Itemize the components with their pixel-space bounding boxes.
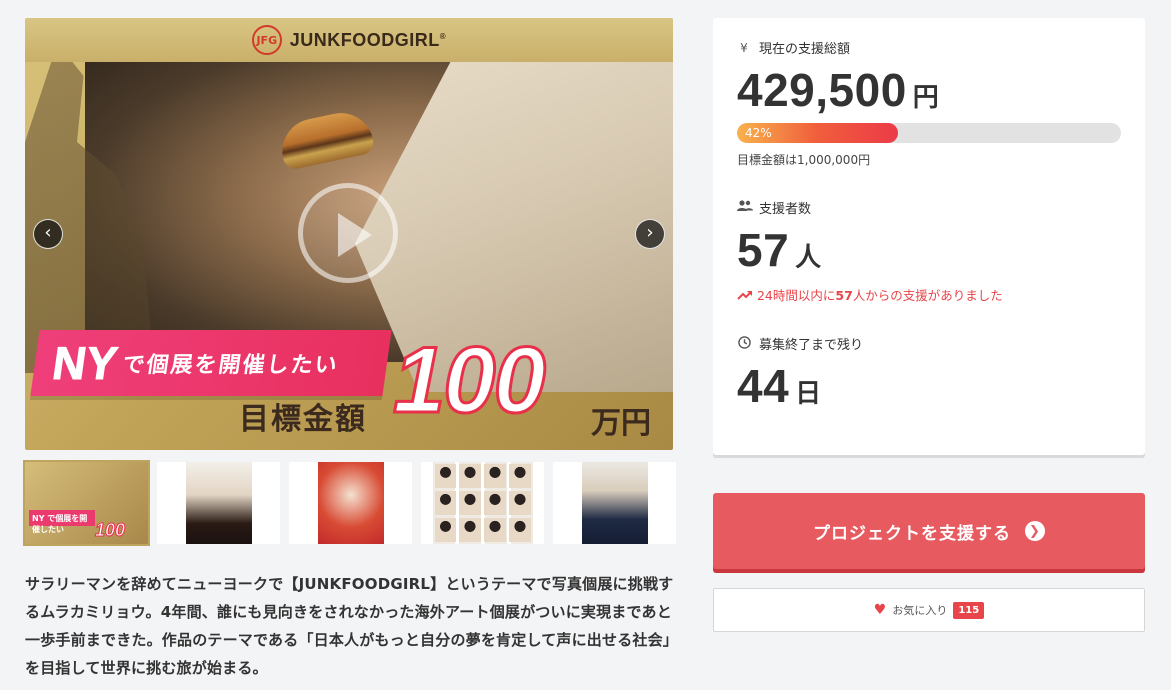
brand-logo-icon: JFG	[251, 25, 282, 55]
hero-goal-label: 目標金額	[239, 402, 367, 437]
progress-bar-fill: 42%	[737, 123, 899, 143]
heart-icon: ♥	[873, 602, 887, 618]
thumbnail-mini-banner: NY で個展を開催したい	[29, 510, 95, 534]
brand-header: JFG JUNKFOODGIRL®	[25, 18, 673, 62]
thumbnail-2[interactable]	[157, 462, 280, 544]
total-amount-label: 現在の支援総額	[759, 42, 851, 57]
thumbnail-strip: NY で個展を開催したい 100	[23, 460, 676, 546]
people-icon	[737, 200, 753, 215]
funding-stats-card: ¥ 現在の支援総額 429,500 円 42% 目標金額は1,000,000円 支…	[713, 18, 1145, 455]
trend-count: 57	[835, 288, 853, 303]
trend-up-icon	[737, 288, 757, 303]
chevron-right-icon: ›	[646, 222, 654, 243]
clock-icon	[737, 335, 751, 352]
total-amount-value: 429,500	[737, 64, 907, 116]
total-amount: 429,500 円	[737, 63, 1121, 117]
project-hero-image[interactable]: JFG JUNKFOODGIRL® ‹ › NY で個展を開催したい 目標金額 …	[25, 18, 673, 450]
arrow-right-icon: ❯	[1025, 521, 1045, 541]
supporters-label: 支援者数	[759, 202, 812, 217]
thumbnail-5[interactable]	[553, 462, 676, 544]
hero-goal-unit: 万円	[591, 406, 651, 441]
trend-prefix: 24時間以内に	[756, 288, 836, 303]
total-amount-header: ¥ 現在の支援総額	[737, 38, 1121, 58]
favorite-label: お気に入り	[892, 604, 948, 617]
headline-big: NY	[49, 337, 121, 390]
favorite-count-badge: 115	[953, 601, 985, 619]
recent-support-trend: 24時間以内に57人からの支援がありました	[737, 285, 1121, 304]
carousel-next-button[interactable]: ›	[635, 219, 665, 249]
remaining-days-value: 44	[737, 360, 790, 412]
headline-small: で個展を開催したい	[120, 353, 341, 378]
supporters-count-unit: 人	[795, 243, 822, 273]
thumbnail-3[interactable]	[289, 462, 412, 544]
thumbnail-image	[581, 462, 648, 544]
project-description: サラリーマンを辞めてニューヨークで【JUNKFOODGIRL】というテーマで写真…	[25, 575, 674, 677]
total-amount-unit: 円	[912, 83, 940, 113]
carousel-prev-button[interactable]: ‹	[33, 219, 63, 249]
thumbnail-image	[432, 462, 533, 544]
yen-icon: ¥	[740, 40, 748, 55]
trend-suffix: 人からの支援がありました	[852, 288, 1003, 303]
support-project-button[interactable]: プロジェクトを支援する ❯	[713, 493, 1145, 569]
play-video-icon[interactable]	[298, 183, 398, 283]
thumbnail-4[interactable]	[421, 462, 544, 544]
goal-amount-note: 目標金額は1,000,000円	[737, 153, 871, 167]
thumbnail-image	[317, 462, 384, 544]
headline-banner: NY で個展を開催したい	[30, 330, 392, 396]
chevron-left-icon: ‹	[44, 222, 52, 243]
favorite-button[interactable]: ♥ お気に入り 115	[713, 588, 1145, 632]
progress-bar: 42%	[737, 123, 1121, 143]
hero-goal-number: 100	[392, 326, 548, 434]
thumbnail-1[interactable]: NY で個展を開催したい 100	[23, 460, 150, 546]
remaining-days: 44 日	[737, 359, 1121, 413]
remaining-header: 募集終了まで残り	[737, 334, 1121, 353]
thumbnail-image: NY で個展を開催したい 100	[25, 462, 148, 544]
supporters-header: 支援者数	[737, 198, 1121, 217]
supporters-count-value: 57	[737, 224, 790, 276]
remaining-label: 募集終了まで残り	[759, 338, 864, 353]
brand-name: JUNKFOODGIRL®	[289, 29, 447, 50]
support-button-label: プロジェクトを支援する	[813, 523, 1011, 544]
supporters-count: 57 人	[737, 223, 1121, 277]
thumbnail-image	[185, 462, 252, 544]
remaining-days-unit: 日	[795, 379, 822, 409]
thumbnail-mini-number: 100	[94, 520, 126, 541]
